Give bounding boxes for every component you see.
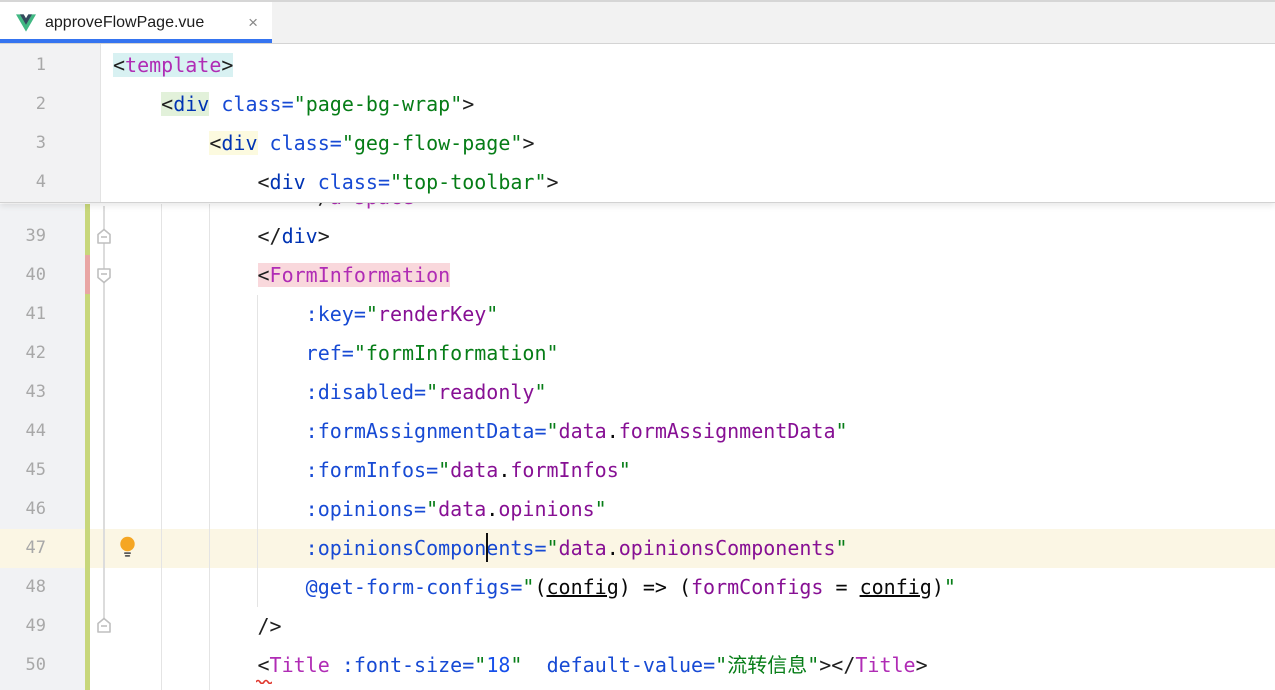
code-text: <FormInformation [113, 256, 450, 295]
active-tab-underline [0, 39, 272, 43]
code-text: <Title :font-size="18" default-value="流转… [113, 646, 928, 685]
line-number[interactable]: 4 [0, 163, 46, 202]
code-line-1[interactable]: 1 <template> [0, 46, 1275, 85]
editor-tab-bar: approveFlowPage.vue × [0, 0, 1275, 44]
line-number[interactable]: 46 [0, 490, 46, 529]
code-line-47[interactable]: 47 :opinionsComponents="data.opinionsCom… [0, 529, 1275, 568]
line-number[interactable]: 42 [0, 334, 46, 373]
code-line-4[interactable]: 4 <div class="top-toolbar"> [0, 163, 1275, 202]
code-text: ref="formInformation" [113, 334, 559, 373]
code-line-49[interactable]: 49 /> [0, 607, 1275, 646]
line-number[interactable]: 41 [0, 295, 46, 334]
code-line-48[interactable]: 48 @get-form-configs="(config) => (formC… [0, 568, 1275, 607]
vcs-deleted-marker[interactable] [85, 255, 90, 294]
code-line-40[interactable]: 40 <FormInformation [0, 256, 1275, 295]
ide-window: approveFlowPage.vue × 38 </a-space>39 </… [0, 0, 1275, 690]
code-line-2[interactable]: 2 <div class="page-bg-wrap"> [0, 85, 1275, 124]
code-line-43[interactable]: 43 :disabled="readonly" [0, 373, 1275, 412]
code-line-50[interactable]: 50 <Title :font-size="18" default-value=… [0, 646, 1275, 685]
sticky-lines-panel: 1<template>2 <div class="page-bg-wrap">3… [0, 44, 1275, 203]
line-number[interactable]: 1 [0, 46, 46, 85]
sticky-code-area[interactable]: 1<template>2 <div class="page-bg-wrap">3… [0, 46, 1275, 202]
code-text: :key="renderKey" [113, 295, 498, 334]
line-number[interactable]: 48 [0, 568, 46, 607]
fold-marker-down-icon[interactable] [95, 267, 113, 284]
code-text: :opinionsComponents="data.opinionsCompon… [113, 529, 848, 568]
fold-marker-up-icon[interactable] [95, 617, 113, 634]
code-line-3[interactable]: 3 <div class="geg-flow-page"> [0, 124, 1275, 163]
indent-guide [257, 295, 258, 607]
line-number[interactable]: 44 [0, 412, 46, 451]
code-text: <div class="page-bg-wrap"> [113, 85, 474, 124]
line-number[interactable]: 40 [0, 256, 46, 295]
code-text: /> [113, 607, 282, 646]
code-text: :formAssignmentData="data.formAssignment… [113, 412, 848, 451]
code-text: :disabled="readonly" [113, 373, 547, 412]
code-text: </div> [113, 217, 330, 256]
line-number[interactable]: 50 [0, 646, 46, 685]
code-text: @get-form-configs="(config) => (formConf… [113, 568, 956, 607]
code-line-39[interactable]: 39 </div> [0, 217, 1275, 256]
code-text: :formInfos="data.formInfos" [113, 451, 631, 490]
indent-guide [161, 204, 162, 690]
line-number[interactable]: 45 [0, 451, 46, 490]
vue-logo-icon [16, 14, 36, 32]
code-area[interactable]: 38 </a-space>39 </div>40 <FormInformatio… [0, 178, 1275, 685]
line-number[interactable]: 2 [0, 85, 46, 124]
line-number[interactable]: 3 [0, 124, 46, 163]
code-text: <template> [113, 46, 233, 85]
fold-marker-up-icon[interactable] [95, 228, 113, 245]
code-line-42[interactable]: 42 ref="formInformation" [0, 334, 1275, 373]
indent-guide [209, 204, 210, 690]
line-number[interactable]: 39 [0, 217, 46, 256]
tab-approveflowpage[interactable]: approveFlowPage.vue × [0, 2, 272, 43]
code-text: <div class="geg-flow-page"> [113, 124, 534, 163]
code-line-44[interactable]: 44 :formAssignmentData="data.formAssignm… [0, 412, 1275, 451]
error-squiggle [256, 678, 272, 684]
line-number[interactable]: 49 [0, 607, 46, 646]
code-line-45[interactable]: 45 :formInfos="data.formInfos" [0, 451, 1275, 490]
tab-title: approveFlowPage.vue [45, 14, 204, 32]
code-line-46[interactable]: 46 :opinions="data.opinions" [0, 490, 1275, 529]
code-text: :opinions="data.opinions" [113, 490, 607, 529]
tab-close-icon[interactable]: × [248, 14, 258, 31]
lightbulb-icon[interactable] [118, 536, 137, 558]
code-text: <div class="top-toolbar"> [113, 163, 559, 202]
code-line-41[interactable]: 41 :key="renderKey" [0, 295, 1275, 334]
text-caret [486, 533, 488, 562]
line-number[interactable]: 47 [0, 529, 46, 568]
line-number[interactable]: 43 [0, 373, 46, 412]
